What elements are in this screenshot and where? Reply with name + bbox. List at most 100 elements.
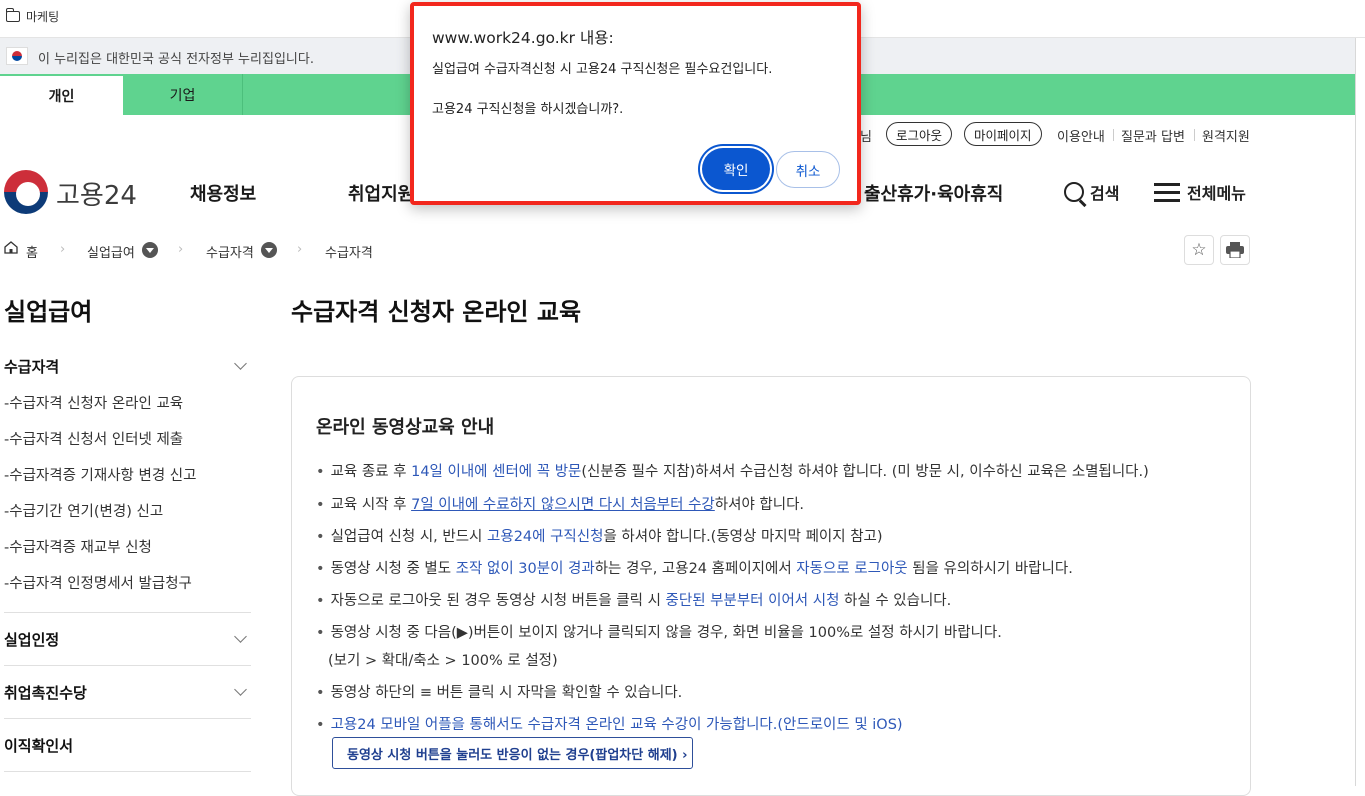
highlight-text: 14일 이내에 센터에 꼭 방문 bbox=[411, 464, 582, 480]
bullet: • bbox=[316, 717, 325, 733]
chevron-down-icon[interactable] bbox=[234, 357, 247, 370]
nav-jobs[interactable]: 채용정보 bbox=[190, 180, 256, 206]
dialog-cancel-button[interactable]: 취소 bbox=[776, 151, 840, 188]
bullet: • bbox=[316, 685, 325, 701]
guide-link[interactable]: 이용안내 bbox=[1057, 126, 1105, 145]
box-title: 온라인 동영상교육 안내 bbox=[316, 417, 495, 438]
tab-company[interactable]: 기업 bbox=[123, 74, 243, 115]
breadcrumb-level2[interactable]: 수급자격 bbox=[206, 242, 254, 261]
sidebar-section-employment-allowance[interactable]: 취업촉진수당 bbox=[4, 682, 87, 703]
sidebar-section-separation-certificate[interactable]: 이직확인서 bbox=[4, 735, 73, 756]
divider bbox=[1113, 129, 1114, 141]
list-item-text: 동영상 시청 중 다음(▶)버튼이 보이지 않거나 클릭되지 않을 경우, 화면… bbox=[330, 625, 1002, 641]
favorite-star-icon[interactable]: ☆ bbox=[1184, 235, 1214, 265]
remote-support-link[interactable]: 원격지원 bbox=[1202, 126, 1250, 145]
chevron-down-icon[interactable] bbox=[234, 683, 247, 696]
list-item: • 동영상 시청 중 다음(▶)버튼이 보이지 않거나 클릭되지 않을 경우, 화… bbox=[316, 621, 1002, 642]
popup-unblock-button[interactable]: 동영상 시청 버튼을 눌러도 반응이 없는 경우(팝업차단 해제) › bbox=[332, 737, 693, 769]
divider bbox=[4, 771, 251, 772]
bullet: • bbox=[316, 561, 325, 577]
bookmark-folder-label[interactable]: 마케팅 bbox=[26, 8, 59, 25]
dropdown-caret-icon[interactable] bbox=[261, 242, 277, 258]
gov-banner-text: 이 누리집은 대한민국 공식 전자정부 누리집입니다. bbox=[38, 52, 314, 67]
folder-icon[interactable] bbox=[5, 8, 20, 22]
nav-employment-support[interactable]: 취업지원 bbox=[348, 180, 414, 206]
search-icon bbox=[1064, 182, 1084, 202]
bullet: • bbox=[316, 625, 325, 641]
highlight-text: 중단된 부분부터 이어서 시청 bbox=[665, 593, 840, 609]
all-menu-label: 전체메뉴 bbox=[1187, 184, 1246, 203]
mypage-button[interactable]: 마이페이지 bbox=[964, 122, 1042, 146]
list-item-text: (신분증 필수 지참)하셔서 수급신청 하셔야 합니다. (미 방문 시, 이수… bbox=[581, 464, 1149, 480]
dialog-question: 고용24 구직신청을 하시겠습니까?. bbox=[432, 102, 624, 117]
all-menu-button[interactable]: 전체메뉴 bbox=[1154, 178, 1246, 206]
divider bbox=[4, 612, 251, 613]
greeting-suffix: 님 bbox=[860, 130, 872, 145]
list-item: • 동영상 하단의 ≡ 버튼 클릭 시 자막을 확인할 수 있습니다. bbox=[316, 681, 682, 702]
highlight-text: 고용24에 구직신청 bbox=[487, 529, 604, 545]
divider bbox=[1194, 129, 1195, 141]
search-button[interactable]: 검색 bbox=[1064, 178, 1119, 206]
sidebar-title: 실업급여 bbox=[4, 298, 93, 326]
bullet: • bbox=[316, 593, 325, 609]
sidebar-item-change-report[interactable]: -수급자격증 기재사항 변경 신고 bbox=[4, 464, 196, 485]
breadcrumb-level1[interactable]: 실업급여 bbox=[87, 242, 135, 261]
hamburger-icon bbox=[1154, 183, 1180, 202]
divider bbox=[4, 718, 251, 719]
dialog-message: 실업급여 수급자격신청 시 고용24 구직신청은 필수요건입니다. bbox=[432, 62, 773, 77]
list-item-text: 하는 경우, 고용24 홈페이지에서 bbox=[594, 561, 797, 577]
list-item-text: 교육 종료 후 bbox=[330, 464, 412, 480]
divider bbox=[4, 665, 251, 666]
list-item: • 실업급여 신청 시, 반드시 고용24에 구직신청을 하셔야 합니다.(동영상… bbox=[316, 525, 883, 546]
list-item-text: 동영상 시청 중 별도 bbox=[330, 561, 456, 577]
chevron-right-icon: › bbox=[178, 242, 184, 257]
list-item: • 동영상 시청 중 별도 조작 없이 30분이 경과하는 경우, 고용24 홈페… bbox=[316, 557, 1073, 578]
list-item: • 교육 종료 후 14일 이내에 센터에 꼭 방문(신분증 필수 지참)하셔서 … bbox=[316, 460, 1149, 481]
list-item-text: 동영상 하단의 ≡ 버튼 클릭 시 자막을 확인할 수 있습니다. bbox=[330, 685, 683, 701]
alert-dialog: www.work24.go.kr 내용: 실업급여 수급자격신청 시 고용24 … bbox=[410, 2, 861, 205]
highlight-text: 7일 이내에 수료하지 않으시면 다시 처음부터 수강 bbox=[411, 497, 715, 513]
chevron-right-icon: › bbox=[297, 242, 303, 257]
breadcrumb-level3: 수급자격 bbox=[325, 246, 373, 261]
window-edge bbox=[1355, 38, 1365, 786]
sidebar-section-eligibility[interactable]: 수급자격 bbox=[4, 356, 59, 377]
page-title: 수급자격 신청자 온라인 교육 bbox=[291, 298, 582, 326]
logout-button[interactable]: 로그아웃 bbox=[886, 122, 953, 146]
korea-flag-icon bbox=[6, 47, 28, 65]
nav-maternity-leave[interactable]: 출산휴가·육아휴직 bbox=[864, 180, 1003, 206]
breadcrumb: 홈 › 실업급여 › 수급자격 › 수급자격 bbox=[0, 236, 400, 264]
list-item-text: 실업급여 신청 시, 반드시 bbox=[330, 529, 488, 545]
tab-personal[interactable]: 개인 bbox=[0, 74, 123, 115]
bullet: • bbox=[316, 529, 325, 545]
list-item: • 자동으로 로그아웃 된 경우 동영상 시청 버튼을 클릭 시 중단된 부분부터… bbox=[316, 589, 951, 610]
dropdown-caret-icon[interactable] bbox=[142, 242, 158, 258]
breadcrumb-home[interactable]: 홈 bbox=[26, 242, 38, 261]
sidebar-section-unemployment-recognition[interactable]: 실업인정 bbox=[4, 629, 59, 650]
print-icon[interactable] bbox=[1220, 235, 1250, 265]
bullet: • bbox=[316, 497, 325, 513]
dialog-origin: www.work24.go.kr 내용: bbox=[432, 29, 614, 47]
list-item-text: 을 하셔야 합니다.(동영상 마지막 페이지 참고) bbox=[603, 529, 883, 545]
list-item-text: 하실 수 있습니다. bbox=[839, 593, 952, 609]
sidebar-item-online-education[interactable]: -수급자격 신청자 온라인 교육 bbox=[4, 392, 183, 413]
list-item-text: 하셔야 합니다. bbox=[714, 497, 805, 513]
chevron-down-icon[interactable] bbox=[234, 630, 247, 643]
list-item-text: 교육 시작 후 bbox=[330, 497, 412, 513]
list-item-text: 됨을 유의하시기 바랍니다. bbox=[907, 561, 1073, 577]
highlight-text: 조작 없이 30분이 경과 bbox=[455, 561, 595, 577]
search-label: 검색 bbox=[1090, 184, 1120, 203]
work24-logo-icon[interactable] bbox=[4, 170, 48, 214]
sidebar-item-reissue[interactable]: -수급자격증 재교부 신청 bbox=[4, 536, 152, 557]
faq-link[interactable]: 질문과 답변 bbox=[1121, 126, 1185, 145]
sidebar-item-internet-submission[interactable]: -수급자격 신청서 인터넷 제출 bbox=[4, 428, 183, 449]
list-item-text: 자동으로 로그아웃 된 경우 동영상 시청 버튼을 클릭 시 bbox=[330, 593, 666, 609]
dialog-ok-button[interactable]: 확인 bbox=[702, 148, 770, 190]
list-item: • 고용24 모바일 어플을 통해서도 수급자격 온라인 교육 수강이 가능합니다… bbox=[316, 713, 903, 734]
list-item-sub: (보기 > 확대/축소 > 100% 로 설정) bbox=[328, 653, 558, 669]
list-item-text: 고용24 모바일 어플을 통해서도 수급자격 온라인 교육 수강이 가능합니다.… bbox=[330, 717, 903, 733]
sidebar-item-certificate-request[interactable]: -수급자격 인정명세서 발급청구 bbox=[4, 572, 192, 593]
logo-text[interactable]: 고용24 bbox=[56, 175, 137, 212]
list-item: • 교육 시작 후 7일 이내에 수료하지 않으시면 다시 처음부터 수강하셔야 … bbox=[316, 493, 804, 514]
sidebar-item-period-extension[interactable]: -수급기간 연기(변경) 신고 bbox=[4, 500, 163, 521]
chevron-right-icon: › bbox=[60, 242, 66, 257]
